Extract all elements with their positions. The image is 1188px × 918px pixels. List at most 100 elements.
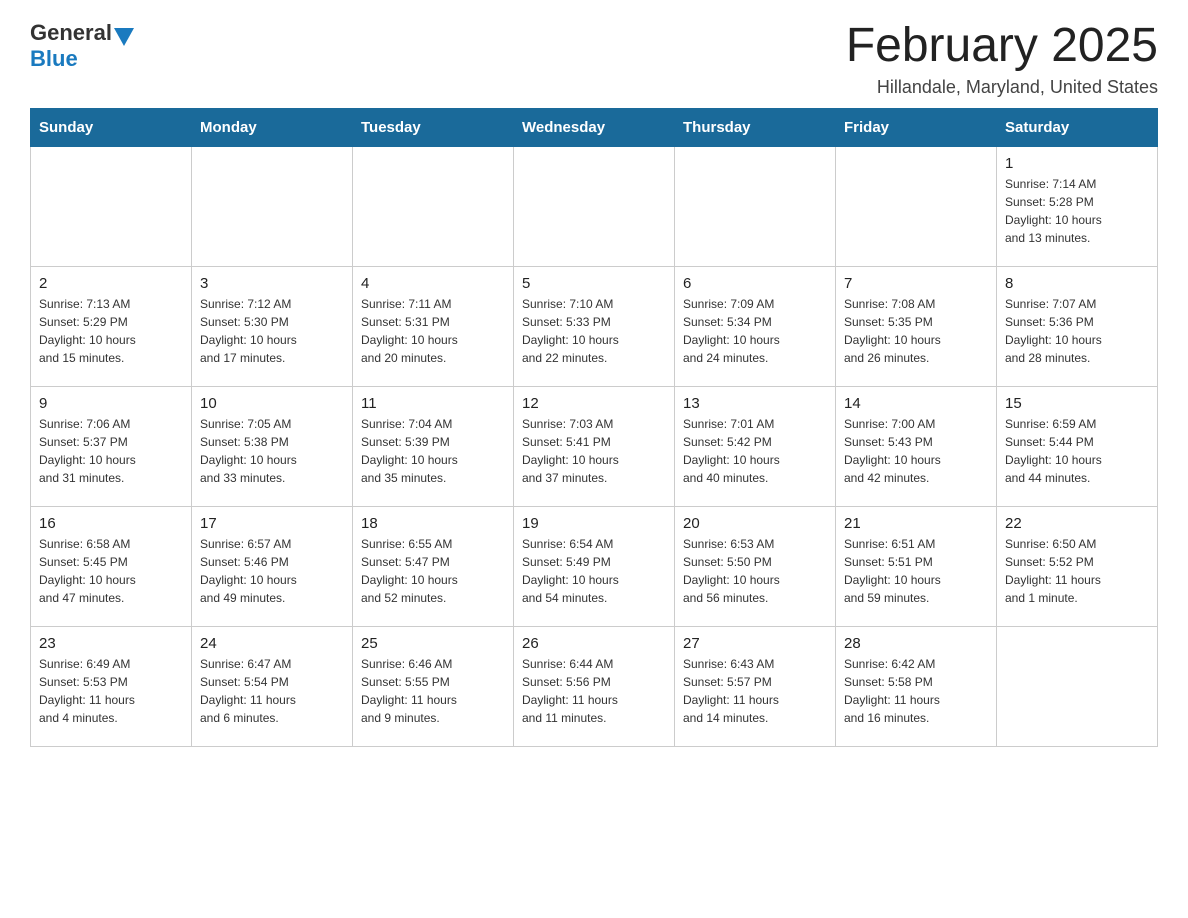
day-info: Sunrise: 7:12 AMSunset: 5:30 PMDaylight:… [200,295,344,367]
day-number: 19 [522,515,666,532]
day-info: Sunrise: 7:14 AMSunset: 5:28 PMDaylight:… [1005,175,1149,247]
calendar-cell [997,626,1158,746]
title-area: February 2025 Hillandale, Maryland, Unit… [846,20,1158,98]
day-number: 28 [844,635,988,652]
day-number: 27 [683,635,827,652]
day-number: 4 [361,275,505,292]
logo: General Blue [30,20,136,72]
calendar-cell: 5Sunrise: 7:10 AMSunset: 5:33 PMDaylight… [514,266,675,386]
calendar-cell: 26Sunrise: 6:44 AMSunset: 5:56 PMDayligh… [514,626,675,746]
calendar-cell: 3 Sunrise: 7:12 AMSunset: 5:30 PMDaylight… [192,266,353,386]
weekday-header-friday: Friday [836,108,997,146]
day-number: 2 [39,275,183,292]
day-number: 1 [1005,155,1149,172]
calendar-cell: 22 Sunrise: 6:50 AMSunset: 5:52 PMDayligh… [997,506,1158,626]
calendar-cell: 15Sunrise: 6:59 AMSunset: 5:44 PMDayligh… [997,386,1158,506]
day-number: 17 [200,515,344,532]
calendar-cell [353,146,514,266]
calendar-cell: 18 Sunrise: 6:55 AMSunset: 5:47 PMDayligh… [353,506,514,626]
day-info: Sunrise: 6:49 AMSunset: 5:53 PMDaylight:… [39,655,183,727]
day-info: Sunrise: 6:59 AMSunset: 5:44 PMDaylight:… [1005,415,1149,487]
logo-blue-text: Blue [30,46,78,71]
day-number: 26 [522,635,666,652]
day-info: Sunrise: 6:47 AMSunset: 5:54 PMDaylight:… [200,655,344,727]
day-number: 10 [200,395,344,412]
month-title: February 2025 [846,20,1158,73]
calendar-cell [31,146,192,266]
calendar-header: SundayMondayTuesdayWednesdayThursdayFrid… [31,108,1158,146]
calendar-cell: 28 Sunrise: 6:42 AMSunset: 5:58 PMDayligh… [836,626,997,746]
day-number: 7 [844,275,988,292]
day-info: Sunrise: 7:01 AMSunset: 5:42 PMDaylight:… [683,415,827,487]
day-info: Sunrise: 7:11 AMSunset: 5:31 PMDaylight:… [361,295,505,367]
day-number: 11 [361,395,505,412]
calendar-cell: 7 Sunrise: 7:08 AMSunset: 5:35 PMDaylight… [836,266,997,386]
calendar-cell: 9 Sunrise: 7:06 AMSunset: 5:37 PMDaylight… [31,386,192,506]
calendar-cell [675,146,836,266]
day-info: Sunrise: 6:53 AMSunset: 5:50 PMDaylight:… [683,535,827,607]
calendar-cell: 11Sunrise: 7:04 AMSunset: 5:39 PMDayligh… [353,386,514,506]
calendar-cell: 17 Sunrise: 6:57 AMSunset: 5:46 PMDayligh… [192,506,353,626]
day-info: Sunrise: 6:42 AMSunset: 5:58 PMDaylight:… [844,655,988,727]
day-info: Sunrise: 7:08 AMSunset: 5:35 PMDaylight:… [844,295,988,367]
calendar-cell: 21 Sunrise: 6:51 AMSunset: 5:51 PMDayligh… [836,506,997,626]
weekday-header-saturday: Saturday [997,108,1158,146]
day-number: 21 [844,515,988,532]
day-info: Sunrise: 7:07 AMSunset: 5:36 PMDaylight:… [1005,295,1149,367]
calendar-cell: 6 Sunrise: 7:09 AMSunset: 5:34 PMDaylight… [675,266,836,386]
weekday-header-sunday: Sunday [31,108,192,146]
day-number: 23 [39,635,183,652]
day-info: Sunrise: 7:03 AMSunset: 5:41 PMDaylight:… [522,415,666,487]
day-info: Sunrise: 6:51 AMSunset: 5:51 PMDaylight:… [844,535,988,607]
calendar-cell: 23 Sunrise: 6:49 AMSunset: 5:53 PMDayligh… [31,626,192,746]
day-number: 24 [200,635,344,652]
day-info: Sunrise: 6:55 AMSunset: 5:47 PMDaylight:… [361,535,505,607]
calendar-week-row: 1 Sunrise: 7:14 AMSunset: 5:28 PMDaylight… [31,146,1158,266]
calendar-cell: 16 Sunrise: 6:58 AMSunset: 5:45 PMDayligh… [31,506,192,626]
day-info: Sunrise: 7:05 AMSunset: 5:38 PMDaylight:… [200,415,344,487]
logo-triangle-icon [114,28,134,46]
calendar-week-row: 2 Sunrise: 7:13 AMSunset: 5:29 PMDaylight… [31,266,1158,386]
day-info: Sunrise: 6:58 AMSunset: 5:45 PMDaylight:… [39,535,183,607]
day-info: Sunrise: 6:50 AMSunset: 5:52 PMDaylight:… [1005,535,1149,607]
calendar-week-row: 9 Sunrise: 7:06 AMSunset: 5:37 PMDaylight… [31,386,1158,506]
calendar-cell: 27 Sunrise: 6:43 AMSunset: 5:57 PMDayligh… [675,626,836,746]
weekday-header-monday: Monday [192,108,353,146]
day-info: Sunrise: 6:46 AMSunset: 5:55 PMDaylight:… [361,655,505,727]
day-number: 16 [39,515,183,532]
day-info: Sunrise: 7:06 AMSunset: 5:37 PMDaylight:… [39,415,183,487]
day-number: 12 [522,395,666,412]
day-number: 8 [1005,275,1149,292]
day-info: Sunrise: 7:09 AMSunset: 5:34 PMDaylight:… [683,295,827,367]
day-number: 18 [361,515,505,532]
logo-general-text: General [30,20,112,46]
calendar-cell: 20 Sunrise: 6:53 AMSunset: 5:50 PMDayligh… [675,506,836,626]
calendar-week-row: 16 Sunrise: 6:58 AMSunset: 5:45 PMDayligh… [31,506,1158,626]
weekday-header-tuesday: Tuesday [353,108,514,146]
calendar-cell: 24 Sunrise: 6:47 AMSunset: 5:54 PMDayligh… [192,626,353,746]
calendar-cell: 19 Sunrise: 6:54 AMSunset: 5:49 PMDayligh… [514,506,675,626]
weekday-header-row: SundayMondayTuesdayWednesdayThursdayFrid… [31,108,1158,146]
day-info: Sunrise: 7:10 AMSunset: 5:33 PMDaylight:… [522,295,666,367]
calendar-body: 1 Sunrise: 7:14 AMSunset: 5:28 PMDaylight… [31,146,1158,746]
calendar-cell: 10 Sunrise: 7:05 AMSunset: 5:38 PMDayligh… [192,386,353,506]
day-number: 9 [39,395,183,412]
day-number: 20 [683,515,827,532]
day-number: 6 [683,275,827,292]
day-number: 3 [200,275,344,292]
calendar-cell: 25 Sunrise: 6:46 AMSunset: 5:55 PMDayligh… [353,626,514,746]
calendar-cell [514,146,675,266]
day-number: 14 [844,395,988,412]
location-subtitle: Hillandale, Maryland, United States [846,77,1158,98]
day-info: Sunrise: 6:43 AMSunset: 5:57 PMDaylight:… [683,655,827,727]
day-number: 25 [361,635,505,652]
calendar-cell: 8 Sunrise: 7:07 AMSunset: 5:36 PMDaylight… [997,266,1158,386]
calendar-table: SundayMondayTuesdayWednesdayThursdayFrid… [30,108,1158,747]
calendar-cell: 2 Sunrise: 7:13 AMSunset: 5:29 PMDaylight… [31,266,192,386]
day-number: 13 [683,395,827,412]
day-info: Sunrise: 6:57 AMSunset: 5:46 PMDaylight:… [200,535,344,607]
weekday-header-thursday: Thursday [675,108,836,146]
day-number: 22 [1005,515,1149,532]
day-info: Sunrise: 6:54 AMSunset: 5:49 PMDaylight:… [522,535,666,607]
day-info: Sunrise: 7:13 AMSunset: 5:29 PMDaylight:… [39,295,183,367]
